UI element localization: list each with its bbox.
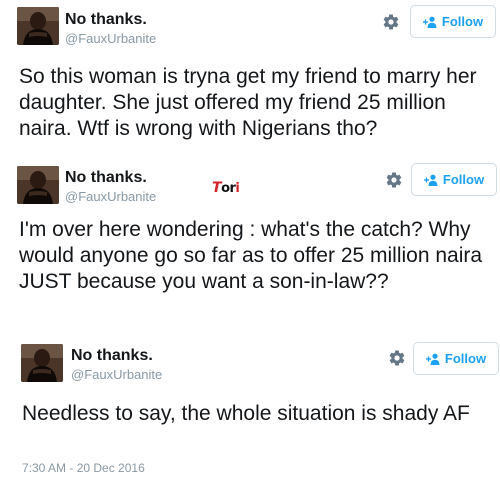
follow-button[interactable]: Follow [411,163,497,196]
gear-icon[interactable] [385,171,403,189]
add-user-icon [425,353,440,365]
tweet-card: No thanks. @FauxUrbanite Follow So this … [0,0,500,153]
follow-button[interactable]: Follow [413,342,499,375]
follow-label: Follow [441,14,484,29]
gear-icon[interactable] [388,349,406,367]
tweet-card: No thanks. @FauxUrbanite Tori Follow I'm… [0,153,500,333]
user-handle[interactable]: @FauxUrbanite [65,31,156,46]
follow-button[interactable]: Follow [410,5,496,38]
tweet-text: Needless to say, the whole situation is … [22,402,470,425]
avatar[interactable] [21,344,63,382]
avatar[interactable] [17,7,59,45]
display-name[interactable]: No thanks. [65,169,147,187]
tweet-text: I'm over here wondering : what's the cat… [19,218,483,293]
tweet-timestamp[interactable]: 7:30 AM - 20 Dec 2016 [22,461,145,475]
user-handle[interactable]: @FauxUrbanite [65,189,156,204]
follow-label: Follow [442,172,485,187]
follow-label: Follow [444,351,487,366]
gear-icon[interactable] [382,13,400,31]
tweet-card: No thanks. @FauxUrbanite Follow Needless… [0,333,500,478]
add-user-icon [423,174,438,186]
add-user-icon [422,16,437,28]
avatar[interactable] [17,166,59,204]
user-handle[interactable]: @FauxUrbanite [71,367,162,382]
tweet-text: So this woman is tryna get my friend to … [19,65,477,140]
display-name[interactable]: No thanks. [65,11,147,29]
display-name[interactable]: No thanks. [71,347,153,365]
tori-logo: Tori [212,180,240,196]
